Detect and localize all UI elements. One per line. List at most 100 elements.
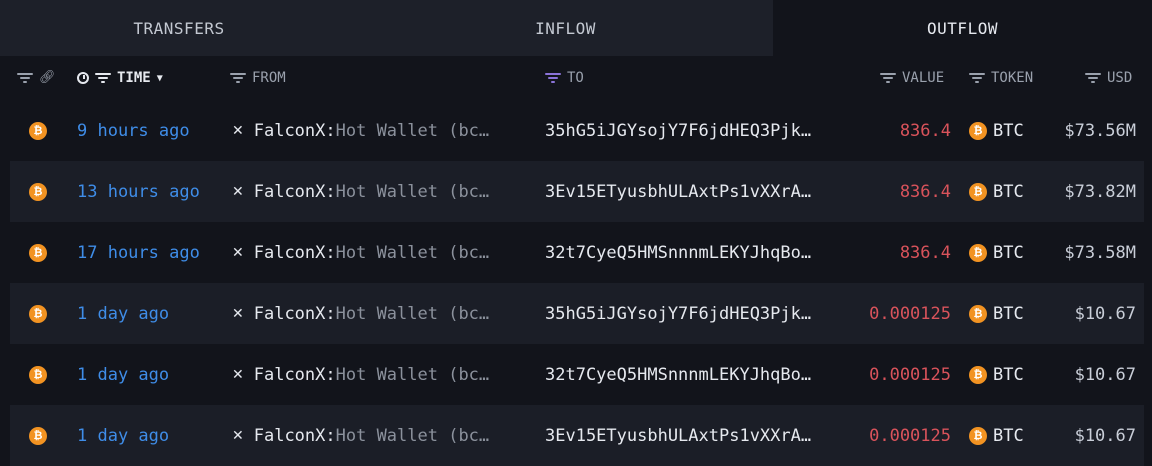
tab-outflow[interactable]: OUTFLOW [773, 0, 1152, 56]
tab-inflow[interactable]: INFLOW [358, 0, 773, 56]
usd-cell: $10.67 [1074, 425, 1136, 446]
value-cell: 0.000125 [869, 425, 951, 446]
x-icon: ✕ [232, 366, 244, 383]
to-address[interactable]: 32t7CyeQ5HMSnnnmLEKYJhqBo… [545, 344, 811, 405]
bitcoin-icon: ₿ [29, 243, 47, 262]
clock-icon [77, 72, 89, 84]
time-link[interactable]: 1 day ago [77, 344, 169, 405]
table-row[interactable]: ₿ 17 hours ago ✕ FalconX: Hot Wallet (bc… [0, 222, 1152, 283]
usd-column-header[interactable]: USD [1085, 56, 1132, 100]
token-label: BTC [993, 364, 1024, 385]
bitcoin-icon: ₿ [969, 182, 987, 201]
from-address[interactable]: ✕ FalconX: Hot Wallet (bc… [232, 344, 489, 405]
usd-cell: $73.58M [1064, 242, 1136, 263]
from-entity: FalconX: [253, 181, 336, 202]
time-link[interactable]: 13 hours ago [77, 161, 200, 222]
time-header-label: TIME [117, 70, 151, 86]
table-row[interactable]: ₿ 1 day ago ✕ FalconX: Hot Wallet (bc… 3… [0, 283, 1152, 344]
value-cell: 836.4 [899, 120, 951, 141]
from-entity: FalconX: [253, 120, 336, 141]
token-label: BTC [993, 425, 1024, 446]
value-cell: 836.4 [899, 181, 951, 202]
from-address[interactable]: ✕ FalconX: Hot Wallet (bc… [232, 100, 489, 161]
x-icon: ✕ [232, 427, 244, 444]
bitcoin-icon: ₿ [29, 304, 47, 323]
transfers-table: ₿ 9 hours ago ✕ FalconX: Hot Wallet (bc…… [0, 100, 1152, 466]
token-label: BTC [993, 120, 1024, 141]
from-wallet: Hot Wallet (bc… [335, 242, 490, 263]
table-row[interactable]: ₿ 1 day ago ✕ FalconX: Hot Wallet (bc… 3… [0, 405, 1152, 466]
token-cell[interactable]: ₿ BTC [969, 344, 1024, 405]
value-header-label: VALUE [902, 70, 945, 86]
from-column-header[interactable]: FROM [230, 56, 286, 100]
tab-transfers[interactable]: TRANSFERS [0, 0, 358, 56]
to-address[interactable]: 3Ev15ETyusbhULAxtPs1vXXrA… [545, 405, 811, 466]
from-address[interactable]: ✕ FalconX: Hot Wallet (bc… [232, 283, 489, 344]
token-cell[interactable]: ₿ BTC [969, 283, 1024, 344]
table-row[interactable]: ₿ 9 hours ago ✕ FalconX: Hot Wallet (bc…… [0, 100, 1152, 161]
from-entity: FalconX: [253, 364, 336, 385]
usd-cell: $73.82M [1064, 181, 1136, 202]
filter-icon[interactable] [880, 72, 896, 84]
to-address[interactable]: 35hG5iJGYsojY7F6jdHEQ3Pjk… [545, 100, 811, 161]
sort-desc-icon[interactable]: ▼ [157, 73, 163, 84]
from-entity: FalconX: [253, 425, 336, 446]
from-wallet: Hot Wallet (bc… [335, 181, 490, 202]
to-address[interactable]: 32t7CyeQ5HMSnnnmLEKYJhqBo… [545, 222, 811, 283]
time-link[interactable]: 17 hours ago [77, 222, 200, 283]
filter-icon[interactable] [17, 72, 33, 84]
tab-bar: TRANSFERS INFLOW OUTFLOW [0, 0, 1152, 56]
x-icon: ✕ [232, 183, 244, 200]
bitcoin-icon: ₿ [29, 365, 47, 384]
table-row[interactable]: ₿ 1 day ago ✕ FalconX: Hot Wallet (bc… 3… [0, 344, 1152, 405]
table-row[interactable]: ₿ 13 hours ago ✕ FalconX: Hot Wallet (bc… [0, 161, 1152, 222]
time-link[interactable]: 9 hours ago [77, 100, 190, 161]
from-entity: FalconX: [253, 242, 336, 263]
bitcoin-icon: ₿ [969, 243, 987, 262]
token-column-header[interactable]: TOKEN [969, 56, 1033, 100]
x-icon: ✕ [232, 305, 244, 322]
to-address[interactable]: 3Ev15ETyusbhULAxtPs1vXXrA… [545, 161, 811, 222]
token-cell[interactable]: ₿ BTC [969, 222, 1024, 283]
token-label: BTC [993, 303, 1024, 324]
token-cell[interactable]: ₿ BTC [969, 405, 1024, 466]
filter-icon[interactable] [1085, 72, 1101, 84]
time-link[interactable]: 1 day ago [77, 405, 169, 466]
from-wallet: Hot Wallet (bc… [335, 120, 490, 141]
token-cell[interactable]: ₿ BTC [969, 161, 1024, 222]
token-cell[interactable]: ₿ BTC [969, 100, 1024, 161]
value-column-header[interactable]: VALUE [880, 56, 944, 100]
to-column-header[interactable]: TO [545, 56, 584, 100]
to-address[interactable]: 35hG5iJGYsojY7F6jdHEQ3Pjk… [545, 283, 811, 344]
token-label: BTC [993, 242, 1024, 263]
bitcoin-icon: ₿ [969, 426, 987, 445]
time-column-header[interactable]: TIME ▼ [77, 56, 163, 100]
chain-filter[interactable]: 🔗︎ [17, 56, 56, 100]
from-address[interactable]: ✕ FalconX: Hot Wallet (bc… [232, 405, 489, 466]
token-label: BTC [993, 181, 1024, 202]
bitcoin-icon: ₿ [969, 365, 987, 384]
bitcoin-icon: ₿ [29, 182, 47, 201]
from-header-label: FROM [252, 70, 286, 86]
usd-cell: $73.56M [1064, 120, 1136, 141]
table-header: 🔗︎ TIME ▼ FROM TO VALUE TOKEN USD [0, 56, 1152, 100]
x-icon: ✕ [232, 244, 244, 261]
value-cell: 836.4 [899, 242, 951, 263]
from-address[interactable]: ✕ FalconX: Hot Wallet (bc… [232, 222, 489, 283]
token-header-label: TOKEN [991, 70, 1034, 86]
filter-icon[interactable] [230, 72, 246, 84]
from-address[interactable]: ✕ FalconX: Hot Wallet (bc… [232, 161, 489, 222]
value-cell: 0.000125 [869, 364, 951, 385]
bitcoin-icon: ₿ [29, 426, 47, 445]
from-entity: FalconX: [253, 303, 336, 324]
from-wallet: Hot Wallet (bc… [335, 425, 490, 446]
link-icon: 🔗︎ [39, 70, 56, 85]
bitcoin-icon: ₿ [29, 121, 47, 140]
filter-icon[interactable] [95, 72, 111, 84]
from-wallet: Hot Wallet (bc… [335, 364, 490, 385]
value-cell: 0.000125 [869, 303, 951, 324]
filter-icon[interactable] [969, 72, 985, 84]
from-wallet: Hot Wallet (bc… [335, 303, 490, 324]
time-link[interactable]: 1 day ago [77, 283, 169, 344]
filter-icon[interactable] [545, 72, 561, 84]
